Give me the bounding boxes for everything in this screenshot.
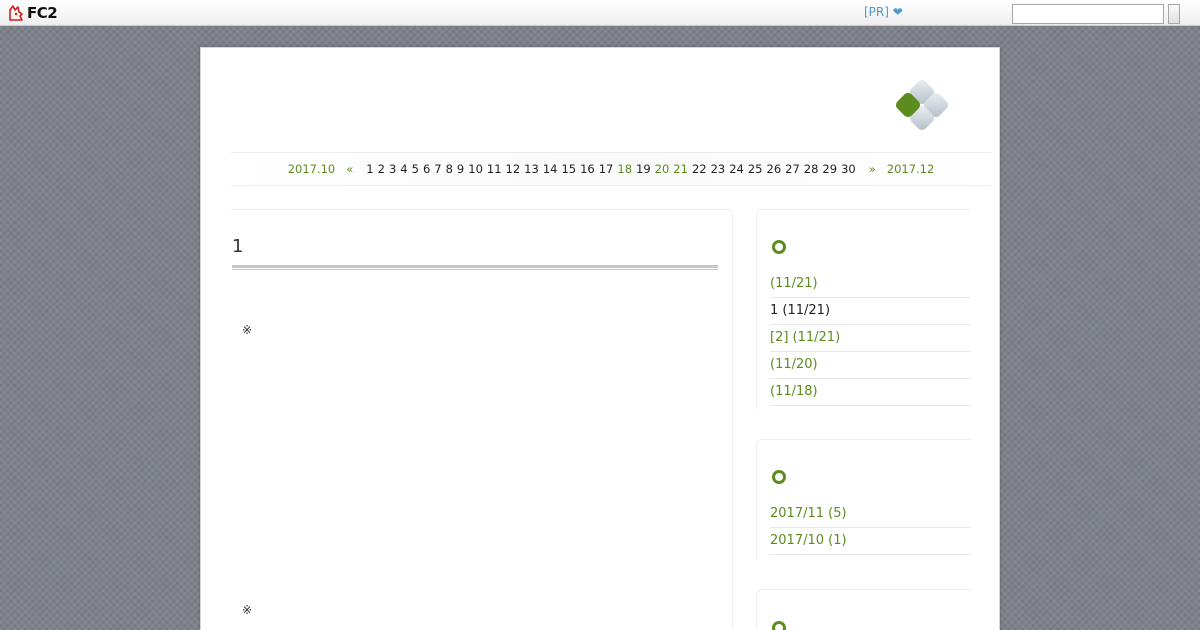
- calendar-day: 26: [766, 162, 782, 176]
- archives-list: 2017/11 (5) 2017/10 (1): [770, 501, 971, 555]
- entry-article: 1 ※ ※: [231, 209, 733, 630]
- section-ring-icon: [772, 240, 786, 254]
- fc2-fox-icon: [9, 5, 23, 21]
- calendar-day: 23: [710, 162, 726, 176]
- fc2-logo-text: FC2: [27, 4, 58, 22]
- search-input[interactable]: [1012, 4, 1164, 24]
- calendar-day-link[interactable]: 20: [655, 162, 670, 176]
- calendar-day: 19: [636, 162, 651, 176]
- calendar-strip: 2017.10 « 1 2 3 4 5 6 7 8 9 10 11 12 13 14 15 16 17 18 19 2…: [231, 152, 991, 186]
- calendar-day: 25: [747, 162, 763, 176]
- calendar-day: 8: [445, 162, 453, 176]
- sidebar-section: [756, 589, 971, 630]
- calendar-prev-month-link[interactable]: 2017.10: [288, 162, 336, 176]
- calendar-day-link[interactable]: 18: [617, 162, 632, 176]
- calendar-day: 2: [377, 162, 385, 176]
- fc2-logo[interactable]: FC2: [7, 4, 58, 22]
- calendar-days: 1 2 3 4 5 6 7 8 9 10 11 12 13 14 15 16 17 18 19 20 21 22 23 24 2…: [366, 162, 855, 176]
- clover-emblem-icon: [895, 79, 949, 131]
- recent-entry-link[interactable]: (11/18): [770, 379, 971, 406]
- pr-link[interactable]: [PR] ❤: [864, 5, 903, 19]
- archive-month-link[interactable]: 2017/11 (5): [770, 501, 971, 528]
- recent-entry-link[interactable]: (11/21): [770, 271, 971, 298]
- calendar-prev-arrow[interactable]: «: [346, 162, 353, 176]
- entry-title-rule: [232, 265, 718, 270]
- calendar-day: 28: [803, 162, 819, 176]
- section-ring-icon: [772, 621, 786, 630]
- search-button[interactable]: [1168, 4, 1180, 24]
- calendar-day-link[interactable]: 21: [673, 162, 688, 176]
- recent-entry-link[interactable]: [2] (11/21): [770, 325, 971, 352]
- calendar-day: 12: [505, 162, 521, 176]
- blog-page: 2017.10 « 1 2 3 4 5 6 7 8 9 10 11 12 13 14 15 16 17 18 19 2…: [200, 47, 1000, 630]
- calendar-day: 6: [422, 162, 431, 176]
- sidebar-recent-entries: (11/21) 1 (11/21) [2] (11/21) (11/20) (11/…: [756, 209, 971, 409]
- calendar-day: 27: [785, 162, 800, 176]
- entry-title: 1: [232, 236, 244, 257]
- fc2-header-bar: FC2 [PR] ❤: [0, 0, 1200, 26]
- calendar-day: 17: [598, 162, 614, 176]
- calendar-day: 29: [822, 162, 838, 176]
- calendar-next-month-link[interactable]: 2017.12: [887, 162, 935, 176]
- entry-note-marker: ※: [242, 603, 253, 617]
- recent-entries-list: (11/21) 1 (11/21) [2] (11/21) (11/20) (11/…: [770, 271, 971, 406]
- calendar-day: 14: [542, 162, 558, 176]
- calendar-day: 16: [580, 162, 595, 176]
- archive-month-link[interactable]: 2017/10 (1): [770, 528, 971, 555]
- calendar-day: 9: [456, 162, 465, 176]
- calendar-day: 7: [434, 162, 442, 176]
- calendar-day: 22: [691, 162, 707, 176]
- recent-entry-link[interactable]: 1 (11/21): [770, 298, 971, 325]
- calendar-day: 30: [841, 162, 856, 176]
- calendar-next-arrow[interactable]: »: [869, 162, 876, 176]
- calendar-day: 1: [366, 162, 374, 176]
- calendar-day: 3: [388, 162, 397, 176]
- sidebar-archives: 2017/11 (5) 2017/10 (1): [756, 439, 971, 559]
- calendar-day: 15: [561, 162, 577, 176]
- calendar-day: 5: [411, 162, 419, 176]
- recent-entry-link[interactable]: (11/20): [770, 352, 971, 379]
- calendar-day: 24: [729, 162, 744, 176]
- section-ring-icon: [772, 470, 786, 484]
- entry-note-marker: ※: [242, 323, 253, 337]
- calendar-day: 11: [486, 162, 502, 176]
- calendar-day: 4: [400, 162, 408, 176]
- calendar-day: 13: [524, 162, 539, 176]
- calendar-day: 10: [468, 162, 483, 176]
